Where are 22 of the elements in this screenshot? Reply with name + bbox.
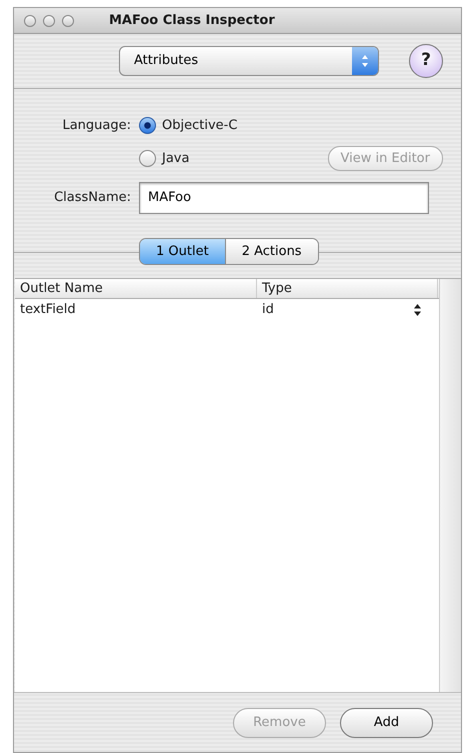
tab[interactable]: 1 Outlet (140, 238, 225, 264)
class-name-field[interactable]: MAFoo (139, 182, 429, 214)
zoom-button[interactable] (62, 14, 74, 26)
help-button[interactable]: ? (409, 44, 443, 78)
close-button[interactable] (24, 14, 36, 26)
type-cell-text: id (262, 300, 274, 319)
radio-label[interactable]: Objective-C (162, 116, 238, 136)
attributes-popup[interactable]: Attributes (119, 46, 379, 76)
stepper-icon[interactable] (414, 304, 421, 316)
tab[interactable]: 2 Actions (224, 238, 318, 264)
radio-button[interactable] (139, 150, 156, 167)
stepper-icon (361, 54, 369, 68)
column-header[interactable]: Outlet Name (15, 278, 257, 298)
radio-button[interactable] (139, 117, 156, 134)
add-button[interactable]: Add (340, 708, 433, 738)
column-header[interactable]: Type (257, 278, 438, 298)
outlet-name-cell: textField (20, 302, 76, 317)
field-label: ClassName: (53, 188, 132, 207)
radio-label[interactable]: Java (162, 148, 190, 168)
minimize-button[interactable] (43, 14, 55, 26)
window-title: MAFoo Class Inspector (109, 12, 275, 30)
field-label: Language: (61, 116, 132, 135)
